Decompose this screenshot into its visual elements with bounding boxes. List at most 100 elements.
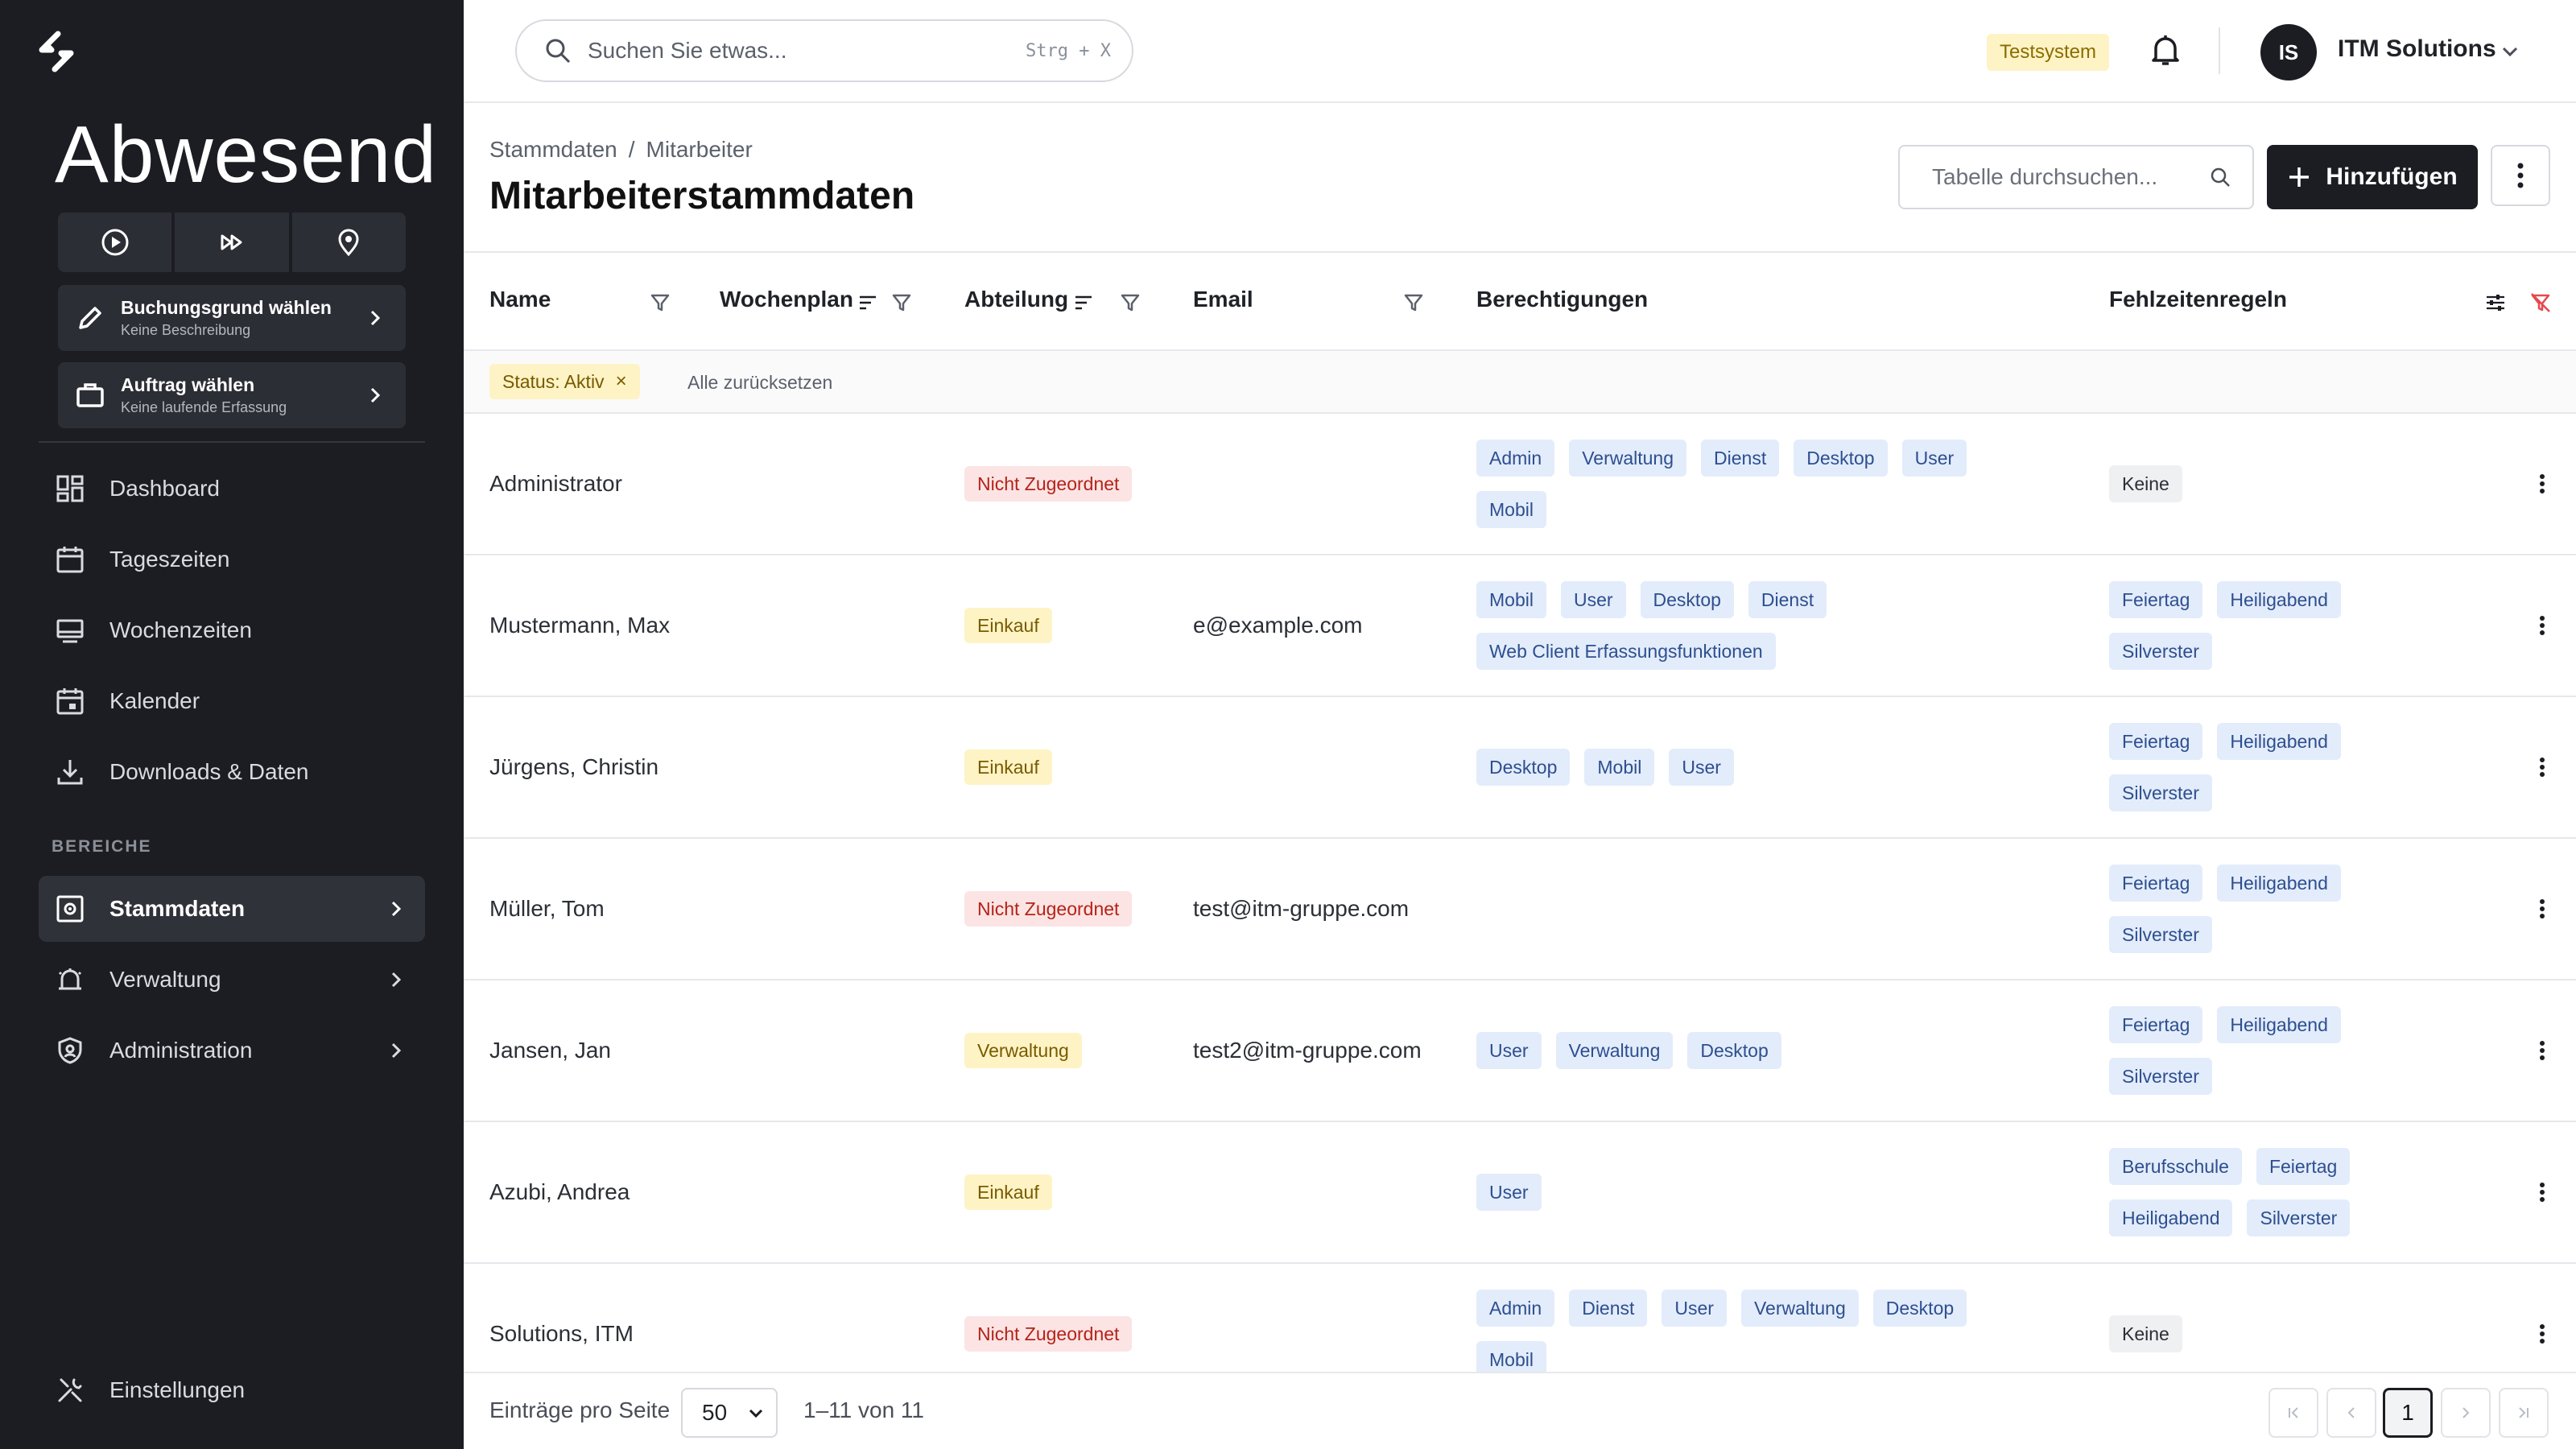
row-menu-icon[interactable] [2539, 1323, 2545, 1345]
more-options-button[interactable] [2491, 145, 2550, 206]
absence-rules-list: Feiertag Heiligabend Silverster [2109, 581, 2431, 670]
section-label-bereiche: BEREICHE [52, 837, 152, 856]
row-menu-icon[interactable] [2539, 473, 2545, 495]
column-header-wochenplan[interactable]: Wochenplan [720, 287, 853, 312]
absence-rule-tag: Heiligabend [2217, 581, 2341, 618]
table-row[interactable]: Administrator Nicht Zugeordnet Admin Verwal… [464, 414, 2576, 555]
permission-tag: Verwaltung [1569, 440, 1687, 477]
sidebar-item-downloads[interactable]: Downloads & Daten [39, 739, 425, 805]
absence-rule-tag: Heiligabend [2217, 1006, 2341, 1043]
employee-email: test@itm-gruppe.com [1193, 896, 1410, 921]
table-row[interactable]: Jürgens, Christin Einkauf Desktop Mobil User… [464, 697, 2576, 839]
absence-rule-tag: Silverster [2109, 1058, 2212, 1095]
search-icon [2209, 166, 2231, 188]
start-button[interactable] [58, 213, 172, 272]
sidebar-item-dashboard[interactable]: Dashboard [39, 456, 425, 522]
permission-tag: User [1669, 749, 1734, 786]
sort-icon[interactable] [857, 291, 879, 314]
permission-tag: Desktop [1872, 1290, 1967, 1327]
order-selector[interactable]: Auftrag wählen Keine laufende Erfassung [58, 362, 406, 428]
top-bar: Suchen Sie etwas... Strg + X Testsystem … [464, 0, 2576, 103]
sidebar-item-kalender[interactable]: Kalender [39, 668, 425, 734]
employee-name: Müller, Tom [489, 896, 605, 921]
absence-rule-tag: Feiertag [2109, 1006, 2203, 1043]
absence-rule-tag: Heiligabend [2109, 1199, 2233, 1236]
sidebar-item-wochenzeiten[interactable]: Wochenzeiten [39, 597, 425, 663]
clear-filters-icon[interactable] [2529, 291, 2552, 314]
close-icon[interactable]: × [616, 370, 627, 393]
previous-page-button[interactable] [2326, 1388, 2376, 1438]
filter-chip-status[interactable]: Status: Aktiv × [489, 364, 640, 399]
sidebar-item-label: Downloads & Daten [109, 759, 309, 784]
account-name[interactable]: ITM Solutions [2338, 35, 2496, 63]
sidebar-item-einstellungen[interactable]: Einstellungen [39, 1357, 425, 1423]
column-header-email[interactable]: Email [1193, 287, 1253, 312]
table-row[interactable]: Müller, Tom Nicht Zugeordnet test@itm-grup… [464, 839, 2576, 980]
column-header-abteilung[interactable]: Abteilung [964, 287, 1068, 312]
reset-filters-link[interactable]: Alle zurücksetzen [687, 372, 832, 394]
breadcrumb: Stammdaten / Mitarbeiter [489, 137, 753, 163]
column-header-name[interactable]: Name [489, 287, 551, 312]
filter-icon[interactable] [1119, 291, 1141, 314]
filter-icon[interactable] [890, 291, 913, 314]
department-badge: Nicht Zugeordnet [964, 891, 1133, 927]
map-pin-icon [332, 226, 365, 258]
per-page-select[interactable]: 50 [681, 1388, 778, 1438]
sort-icon[interactable] [1072, 291, 1095, 314]
sidebar-item-stammdaten[interactable]: Stammdaten [39, 876, 425, 942]
permission-tag: Admin [1476, 1290, 1555, 1327]
column-label: Email [1193, 287, 1253, 312]
row-menu-icon[interactable] [2539, 898, 2545, 920]
add-button[interactable]: Hinzufügen [2267, 145, 2478, 209]
row-menu-icon[interactable] [2539, 756, 2545, 778]
sidebar-item-administration[interactable]: Administration [39, 1018, 425, 1084]
absence-rule-tag: Feiertag [2109, 581, 2203, 618]
column-header-berechtigungen[interactable]: Berechtigungen [1476, 287, 1648, 312]
column-settings-icon[interactable] [2484, 291, 2507, 314]
table-row[interactable]: Mustermann, Max Einkauf e@example.com Mobil… [464, 555, 2576, 697]
table-row[interactable]: Jansen, Jan Verwaltung test2@itm-gruppe.co… [464, 980, 2576, 1122]
permissions-list: Admin Dienst User Verwaltung Desktop Mobil [1476, 1290, 2040, 1378]
sidebar-item-label: Tageszeiten [109, 547, 230, 572]
row-menu-icon[interactable] [2539, 1181, 2545, 1203]
notifications-bell-icon[interactable] [2148, 32, 2183, 68]
permission-tag: Dienst [1569, 1290, 1648, 1327]
absence-rules-list: Keine [2109, 465, 2431, 502]
page-button-current[interactable]: 1 [2383, 1388, 2433, 1438]
table-search-input[interactable]: Tabelle durchsuchen... [1898, 145, 2254, 209]
row-menu-icon[interactable] [2539, 1039, 2545, 1062]
location-button[interactable] [291, 213, 406, 272]
first-page-button[interactable] [2268, 1388, 2318, 1438]
department-badge: Einkauf [964, 749, 1052, 785]
employee-email: e@example.com [1193, 613, 1363, 638]
absence-rules-list: Feiertag Heiligabend Silverster [2109, 1006, 2431, 1095]
absence-rule-tag: Feiertag [2109, 865, 2203, 902]
filter-icon[interactable] [1402, 291, 1425, 314]
last-page-button[interactable] [2499, 1388, 2549, 1438]
table-row[interactable]: Azubi, Andrea Einkauf User Berufsschule Feie… [464, 1122, 2576, 1264]
chevron-right-icon [386, 899, 406, 919]
app-logo-icon[interactable] [34, 29, 79, 74]
order-title: Auftrag wählen [121, 374, 255, 395]
row-menu-icon[interactable] [2539, 614, 2545, 637]
sidebar-item-verwaltung[interactable]: Verwaltung [39, 947, 425, 1013]
chevron-down-icon[interactable] [2499, 40, 2521, 63]
calendar-event-icon [55, 686, 85, 716]
sidebar-item-label: Dashboard [109, 476, 220, 501]
active-filters-bar: Status: Aktiv × Alle zurücksetzen [464, 351, 2576, 414]
per-page-value: 50 [702, 1400, 728, 1425]
employee-name: Jansen, Jan [489, 1038, 611, 1063]
breadcrumb-item-stammdaten[interactable]: Stammdaten [489, 137, 617, 163]
filter-icon[interactable] [649, 291, 671, 314]
tools-icon [55, 1375, 85, 1406]
sidebar-item-tageszeiten[interactable]: Tageszeiten [39, 526, 425, 592]
avatar[interactable]: IS [2260, 24, 2317, 80]
breadcrumb-item-mitarbeiter[interactable]: Mitarbeiter [646, 137, 753, 163]
column-header-fehlzeitenregeln[interactable]: Fehlzeitenregeln [2109, 287, 2287, 312]
skip-button[interactable] [175, 213, 289, 272]
fast-forward-icon [216, 226, 248, 258]
next-page-button[interactable] [2441, 1388, 2491, 1438]
calendar-icon [55, 544, 85, 575]
booking-reason-selector[interactable]: Buchungsgrund wählen Keine Beschreibung [58, 285, 406, 351]
global-search-input[interactable]: Suchen Sie etwas... Strg + X [515, 19, 1133, 82]
